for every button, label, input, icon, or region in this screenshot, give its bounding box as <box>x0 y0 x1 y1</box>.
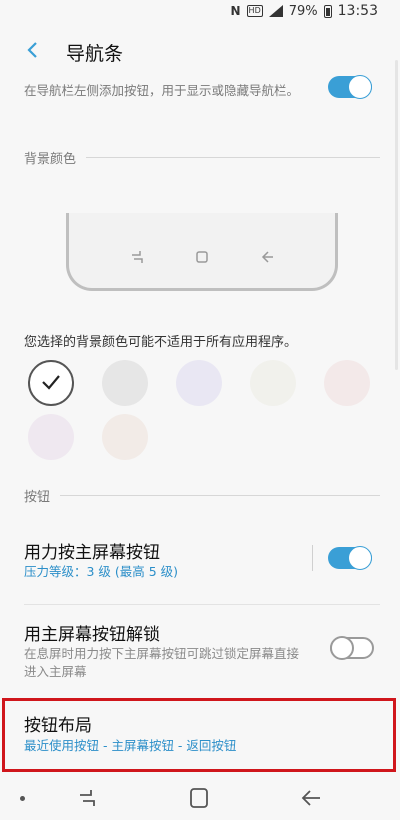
section-label: 背景颜色 <box>24 152 77 167</box>
row-title: 用主屏幕按钮解锁 <box>24 625 160 645</box>
section-divider <box>60 495 380 496</box>
show-hide-button-description: 在导航栏左侧添加按钮，用于显示或隐藏导航栏。 <box>24 83 300 98</box>
press-home-toggle[interactable] <box>328 546 372 570</box>
row-divider <box>24 604 380 605</box>
section-divider <box>86 157 380 158</box>
color-swatch[interactable] <box>28 414 74 460</box>
row-title: 用力按主屏幕按钮 <box>24 543 160 563</box>
vertical-divider <box>312 545 313 571</box>
section-buttons: 按钮 <box>24 486 380 505</box>
toggle-knob <box>330 636 354 660</box>
scrollbar[interactable] <box>395 60 398 370</box>
row-subtitle: 压力等级：3 级 (最高 5 级) <box>24 564 179 579</box>
battery-icon <box>323 4 332 18</box>
status-bar: N HD 79% 13:53 <box>0 0 400 26</box>
hd-icon: HD <box>246 5 263 17</box>
show-hide-button-toggle[interactable] <box>328 75 372 99</box>
home-icon <box>194 249 210 265</box>
section-background-color: 背景颜色 <box>24 148 380 167</box>
back-icon <box>259 249 275 265</box>
back-arrow-icon[interactable] <box>22 39 44 61</box>
signal-icon <box>268 5 283 17</box>
row-subtitle: 最近使用按钮 - 主屏幕按钮 - 返回按钮 <box>24 738 237 753</box>
color-swatch[interactable] <box>250 360 296 406</box>
background-color-note: 您选择的背景颜色可能不适用于所有应用程序。 <box>24 335 298 350</box>
recent-apps-button[interactable] <box>76 788 98 808</box>
system-navigation-bar <box>0 776 400 820</box>
nfc-icon: N <box>230 4 241 18</box>
row-subtitle: 在息屏时用力按下主屏幕按钮可跳过锁定屏幕直接进入主屏幕 <box>24 646 300 679</box>
battery-percent: 79% <box>288 3 318 19</box>
row-title: 按钮布局 <box>24 716 92 736</box>
status-icons: N HD 79% 13:53 <box>231 3 379 19</box>
color-swatch[interactable] <box>176 360 222 406</box>
recent-apps-icon <box>129 249 145 265</box>
unlock-home-toggle[interactable] <box>330 636 374 660</box>
color-swatch[interactable] <box>324 360 370 406</box>
page-title: 导航条 <box>66 43 124 65</box>
toggle-knob <box>348 75 372 99</box>
color-swatch[interactable] <box>28 360 74 406</box>
back-button[interactable] <box>300 788 322 808</box>
app-bar: 导航条 <box>0 26 400 76</box>
checkmark-icon <box>42 375 60 390</box>
navigation-bar-preview <box>66 213 338 291</box>
home-button[interactable] <box>188 788 210 808</box>
nav-dot-icon[interactable] <box>20 796 25 801</box>
clock: 13:53 <box>337 3 378 19</box>
color-swatch[interactable] <box>102 414 148 460</box>
color-swatch[interactable] <box>102 360 148 406</box>
section-label: 按钮 <box>24 490 51 505</box>
toggle-knob <box>348 546 372 570</box>
